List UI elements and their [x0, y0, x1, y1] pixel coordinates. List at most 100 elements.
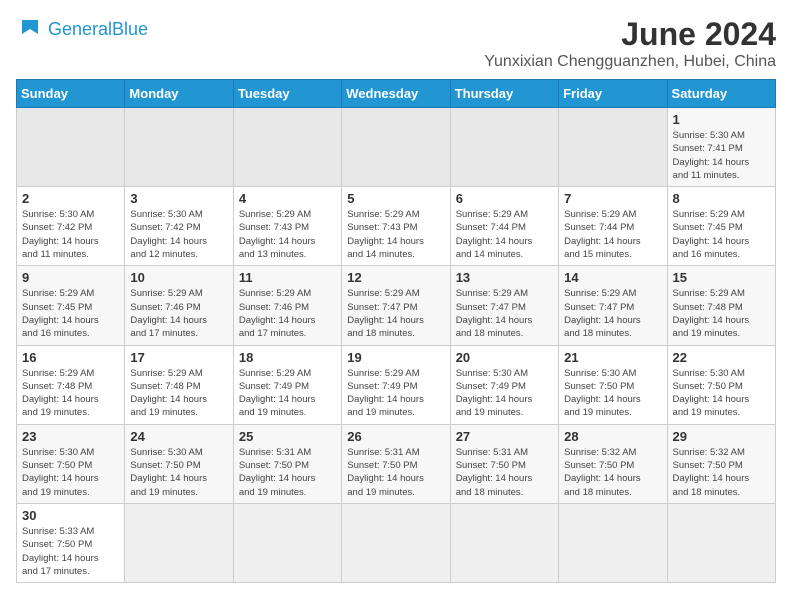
- calendar-week-row: 16 Sunrise: 5:29 AM Sunset: 7:48 PM Dayli…: [17, 345, 776, 424]
- day-info: Sunrise: 5:32 AM Sunset: 7:50 PM Dayligh…: [673, 446, 770, 499]
- day-info: Sunrise: 5:29 AM Sunset: 7:45 PM Dayligh…: [673, 208, 770, 261]
- day-number: 4: [239, 191, 336, 206]
- day-number: 7: [564, 191, 661, 206]
- day-number: 3: [130, 191, 227, 206]
- weekday-header-wednesday: Wednesday: [342, 80, 450, 108]
- weekday-header-thursday: Thursday: [450, 80, 558, 108]
- calendar-cell: [125, 108, 233, 187]
- calendar-cell: 25 Sunrise: 5:31 AM Sunset: 7:50 PM Dayli…: [233, 424, 341, 503]
- calendar-cell: 10 Sunrise: 5:29 AM Sunset: 7:46 PM Dayli…: [125, 266, 233, 345]
- calendar-cell: 27 Sunrise: 5:31 AM Sunset: 7:50 PM Dayli…: [450, 424, 558, 503]
- logo: GeneralBlue: [16, 16, 148, 44]
- weekday-header-tuesday: Tuesday: [233, 80, 341, 108]
- day-info: Sunrise: 5:30 AM Sunset: 7:49 PM Dayligh…: [456, 367, 553, 420]
- calendar-cell: [17, 108, 125, 187]
- calendar-cell: 6 Sunrise: 5:29 AM Sunset: 7:44 PM Daylig…: [450, 187, 558, 266]
- day-number: 18: [239, 350, 336, 365]
- calendar-cell: [450, 108, 558, 187]
- day-info: Sunrise: 5:29 AM Sunset: 7:47 PM Dayligh…: [456, 287, 553, 340]
- day-number: 19: [347, 350, 444, 365]
- day-info: Sunrise: 5:30 AM Sunset: 7:42 PM Dayligh…: [22, 208, 119, 261]
- day-info: Sunrise: 5:31 AM Sunset: 7:50 PM Dayligh…: [456, 446, 553, 499]
- calendar-cell: 26 Sunrise: 5:31 AM Sunset: 7:50 PM Dayli…: [342, 424, 450, 503]
- calendar-cell: 28 Sunrise: 5:32 AM Sunset: 7:50 PM Dayli…: [559, 424, 667, 503]
- page-header: GeneralBlue June 2024 Yunxixian Chenggua…: [16, 16, 776, 71]
- day-info: Sunrise: 5:29 AM Sunset: 7:47 PM Dayligh…: [564, 287, 661, 340]
- calendar-cell: 7Sunrise: 5:29 AM Sunset: 7:44 PM Daylig…: [559, 187, 667, 266]
- main-title: June 2024: [484, 16, 776, 53]
- calendar-cell: [559, 108, 667, 187]
- day-info: Sunrise: 5:29 AM Sunset: 7:48 PM Dayligh…: [22, 367, 119, 420]
- day-number: 20: [456, 350, 553, 365]
- calendar-cell: [125, 503, 233, 582]
- calendar-cell: [667, 503, 775, 582]
- weekday-header-sunday: Sunday: [17, 80, 125, 108]
- calendar-table: SundayMondayTuesdayWednesdayThursdayFrid…: [16, 79, 776, 583]
- day-number: 11: [239, 270, 336, 285]
- day-number: 10: [130, 270, 227, 285]
- calendar-week-row: 2Sunrise: 5:30 AM Sunset: 7:42 PM Daylig…: [17, 187, 776, 266]
- day-number: 23: [22, 429, 119, 444]
- calendar-cell: [450, 503, 558, 582]
- day-info: Sunrise: 5:33 AM Sunset: 7:50 PM Dayligh…: [22, 525, 119, 578]
- day-info: Sunrise: 5:29 AM Sunset: 7:44 PM Dayligh…: [456, 208, 553, 261]
- day-number: 27: [456, 429, 553, 444]
- day-number: 6: [456, 191, 553, 206]
- day-info: Sunrise: 5:31 AM Sunset: 7:50 PM Dayligh…: [239, 446, 336, 499]
- title-block: June 2024 Yunxixian Chengguanzhen, Hubei…: [484, 16, 776, 71]
- day-number: 21: [564, 350, 661, 365]
- calendar-cell: 12Sunrise: 5:29 AM Sunset: 7:47 PM Dayli…: [342, 266, 450, 345]
- calendar-cell: 1 Sunrise: 5:30 AM Sunset: 7:41 PM Daylig…: [667, 108, 775, 187]
- day-info: Sunrise: 5:29 AM Sunset: 7:48 PM Dayligh…: [130, 367, 227, 420]
- day-info: Sunrise: 5:29 AM Sunset: 7:45 PM Dayligh…: [22, 287, 119, 340]
- day-info: Sunrise: 5:29 AM Sunset: 7:43 PM Dayligh…: [239, 208, 336, 261]
- day-info: Sunrise: 5:29 AM Sunset: 7:48 PM Dayligh…: [673, 287, 770, 340]
- calendar-cell: [233, 108, 341, 187]
- day-info: Sunrise: 5:31 AM Sunset: 7:50 PM Dayligh…: [347, 446, 444, 499]
- day-number: 17: [130, 350, 227, 365]
- calendar-cell: 15Sunrise: 5:29 AM Sunset: 7:48 PM Dayli…: [667, 266, 775, 345]
- day-info: Sunrise: 5:32 AM Sunset: 7:50 PM Dayligh…: [564, 446, 661, 499]
- day-number: 28: [564, 429, 661, 444]
- subtitle: Yunxixian Chengguanzhen, Hubei, China: [484, 53, 776, 71]
- calendar-cell: 23Sunrise: 5:30 AM Sunset: 7:50 PM Dayli…: [17, 424, 125, 503]
- weekday-header-row: SundayMondayTuesdayWednesdayThursdayFrid…: [17, 80, 776, 108]
- day-number: 22: [673, 350, 770, 365]
- logo-blue: Blue: [112, 19, 148, 39]
- calendar-cell: 8Sunrise: 5:29 AM Sunset: 7:45 PM Daylig…: [667, 187, 775, 266]
- day-info: Sunrise: 5:30 AM Sunset: 7:41 PM Dayligh…: [673, 129, 770, 182]
- weekday-header-friday: Friday: [559, 80, 667, 108]
- day-number: 1: [673, 112, 770, 127]
- day-number: 9: [22, 270, 119, 285]
- day-info: Sunrise: 5:30 AM Sunset: 7:50 PM Dayligh…: [673, 367, 770, 420]
- day-info: Sunrise: 5:30 AM Sunset: 7:50 PM Dayligh…: [564, 367, 661, 420]
- day-number: 29: [673, 429, 770, 444]
- day-number: 16: [22, 350, 119, 365]
- calendar-cell: 29 Sunrise: 5:32 AM Sunset: 7:50 PM Dayli…: [667, 424, 775, 503]
- day-info: Sunrise: 5:29 AM Sunset: 7:46 PM Dayligh…: [130, 287, 227, 340]
- calendar-week-row: 30 Sunrise: 5:33 AM Sunset: 7:50 PM Dayli…: [17, 503, 776, 582]
- calendar-cell: 3Sunrise: 5:30 AM Sunset: 7:42 PM Daylig…: [125, 187, 233, 266]
- calendar-week-row: 23 Sunrise: 5:30 AM Sunset: 7:50 PM Dayli…: [17, 424, 776, 503]
- day-number: 24: [130, 429, 227, 444]
- day-number: 25: [239, 429, 336, 444]
- calendar-cell: 20 Sunrise: 5:30 AM Sunset: 7:49 PM Dayli…: [450, 345, 558, 424]
- day-number: 13: [456, 270, 553, 285]
- logo-text: GeneralBlue: [48, 19, 148, 41]
- day-number: 14: [564, 270, 661, 285]
- calendar-cell: [342, 108, 450, 187]
- calendar-cell: 18Sunrise: 5:29 AM Sunset: 7:49 PM Dayli…: [233, 345, 341, 424]
- logo-icon: [16, 16, 44, 44]
- calendar-cell: 2Sunrise: 5:30 AM Sunset: 7:42 PM Daylig…: [17, 187, 125, 266]
- calendar-cell: 19 Sunrise: 5:29 AM Sunset: 7:49 PM Dayli…: [342, 345, 450, 424]
- calendar-cell: 5Sunrise: 5:29 AM Sunset: 7:43 PM Daylig…: [342, 187, 450, 266]
- day-info: Sunrise: 5:29 AM Sunset: 7:47 PM Dayligh…: [347, 287, 444, 340]
- calendar-week-row: 1 Sunrise: 5:30 AM Sunset: 7:41 PM Daylig…: [17, 108, 776, 187]
- calendar-cell: 9 Sunrise: 5:29 AM Sunset: 7:45 PM Daylig…: [17, 266, 125, 345]
- day-number: 26: [347, 429, 444, 444]
- day-number: 30: [22, 508, 119, 523]
- calendar-week-row: 9 Sunrise: 5:29 AM Sunset: 7:45 PM Daylig…: [17, 266, 776, 345]
- calendar-cell: 14 Sunrise: 5:29 AM Sunset: 7:47 PM Dayli…: [559, 266, 667, 345]
- day-info: Sunrise: 5:29 AM Sunset: 7:49 PM Dayligh…: [347, 367, 444, 420]
- day-info: Sunrise: 5:30 AM Sunset: 7:50 PM Dayligh…: [130, 446, 227, 499]
